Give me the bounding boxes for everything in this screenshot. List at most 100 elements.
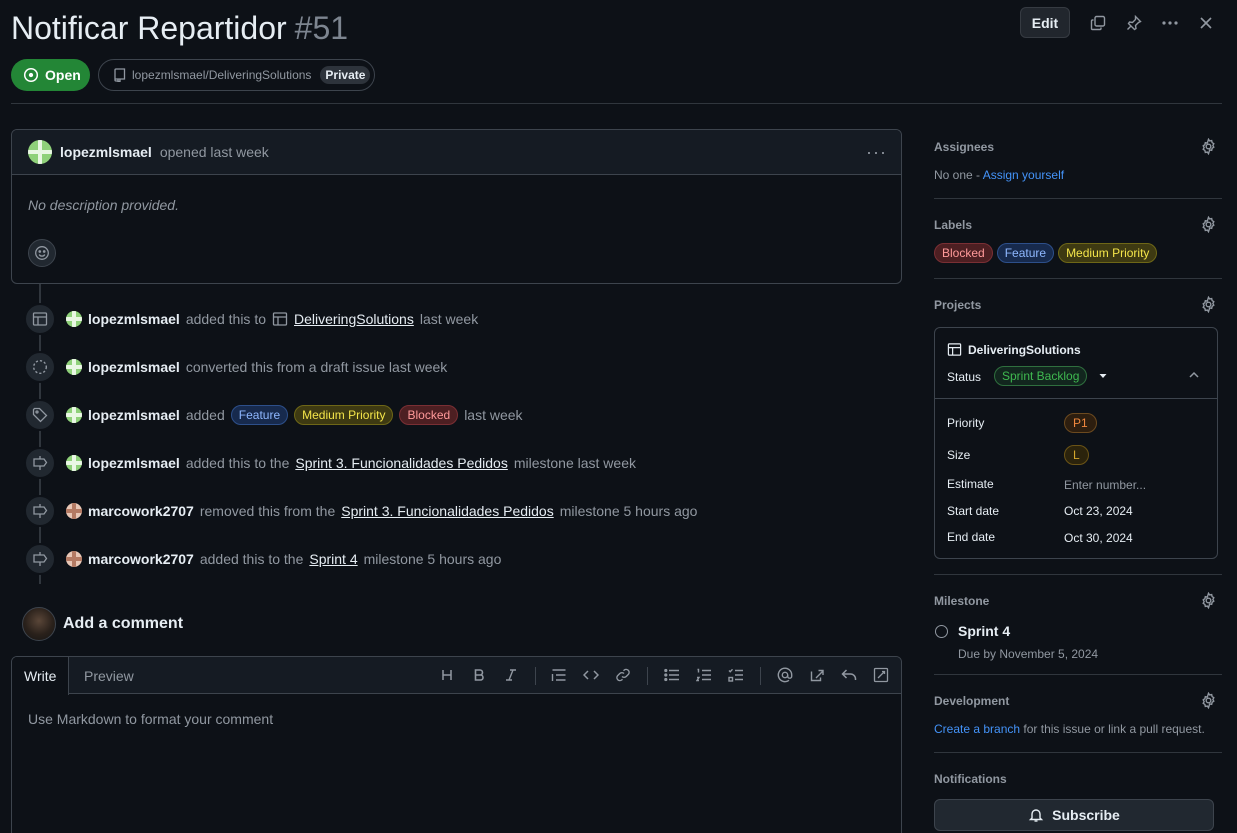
bulleted-list-icon[interactable] [663,666,681,684]
field-estimate-input[interactable]: Enter number... [1064,478,1146,492]
label-feature[interactable]: Feature [230,405,289,425]
event-project-link[interactable]: DeliveringSolutions [294,311,414,327]
edit-button[interactable]: Edit [1020,7,1070,38]
assignees-heading: Assignees [934,140,995,154]
gear-icon[interactable] [1200,592,1217,609]
toolbar-divider [535,667,536,685]
event-user[interactable]: lopezmlsmael [88,311,180,327]
bold-icon[interactable] [470,666,488,684]
event-user[interactable]: marcowork2707 [88,503,194,519]
development-hint: for this issue or link a pull request. [1023,722,1205,736]
label-medium-priority[interactable]: Medium Priority [294,405,394,425]
issue-state-label: Open [45,67,81,83]
event-milestone-link[interactable]: Sprint 3. Funcionalidades Pedidos [295,455,507,471]
caret-down-icon[interactable] [1098,371,1108,381]
project-status-value[interactable]: Sprint Backlog [994,366,1088,386]
gear-icon[interactable] [1200,296,1217,313]
create-branch-link[interactable]: Create a branch [934,722,1020,736]
avatar[interactable] [66,551,82,567]
toolbar-divider [647,667,648,685]
event-user[interactable]: lopezmlsmael [88,407,180,423]
project-status-label: Status [947,370,982,384]
link-icon[interactable] [614,666,632,684]
numbered-list-icon[interactable] [695,666,713,684]
repo-icon [113,68,126,82]
field-priority-value[interactable]: P1 [1064,413,1097,433]
label-medium-priority[interactable]: Medium Priority [1058,243,1158,263]
italic-icon[interactable] [502,666,520,684]
field-estimate-label: Estimate [947,477,994,491]
fullscreen-edit-icon[interactable] [872,666,890,684]
avatar[interactable] [66,311,82,327]
assignees-value: No one - Assign yourself [934,168,1064,182]
event-milestone-link[interactable]: Sprint 4 [309,551,357,567]
comment-more-icon[interactable]: ··· [866,142,887,163]
quote-icon[interactable] [550,666,568,684]
more-options-icon[interactable] [1159,12,1181,34]
tab-preview[interactable]: Preview [72,657,146,694]
label-blocked[interactable]: Blocked [399,405,459,425]
task-list-icon[interactable] [727,666,745,684]
milestone-due: Due by November 5, 2024 [958,647,1099,661]
event-milestone-link[interactable]: Sprint 3. Funcionalidades Pedidos [341,503,553,519]
chevron-up-icon[interactable] [1187,368,1201,382]
code-icon[interactable] [582,666,600,684]
label-feature[interactable]: Feature [996,243,1055,263]
labels-list: Blocked Feature Medium Priority [934,243,1158,263]
issue-title-text: Notificar Repartidor [11,10,287,46]
avatar[interactable] [66,359,82,375]
event-user[interactable]: marcowork2707 [88,551,194,567]
repository-pill[interactable]: lopezmlsmael/DeliveringSolutions Private [98,59,375,91]
header-divider [11,103,1222,104]
avatar[interactable] [66,455,82,471]
tab-write[interactable]: Write [12,657,70,695]
reply-icon[interactable] [840,666,858,684]
visibility-badge: Private [320,66,371,84]
subscribe-button[interactable]: Subscribe [934,799,1214,831]
development-heading: Development [934,694,1010,708]
event-text: added [185,407,225,423]
event-user[interactable]: lopezmlsmael [88,455,180,471]
field-start-date-label: Start date [947,504,1000,518]
project-divider [935,398,1217,399]
milestone-name[interactable]: Sprint 4 [958,623,1010,639]
comment-input[interactable]: Use Markdown to format your comment [28,711,273,727]
description-author[interactable]: lopezmlsmael [60,144,152,160]
assignees-none: No one - [934,168,981,182]
sidebar-divider [934,752,1222,753]
milestone-progress-icon [935,625,948,638]
heading-icon[interactable] [438,666,456,684]
avatar[interactable] [28,140,52,164]
avatar[interactable] [66,407,82,423]
field-start-date-value[interactable]: Oct 23, 2024 [1064,504,1133,518]
add-reaction-icon[interactable] [28,239,56,267]
project-name[interactable]: DeliveringSolutions [947,342,1081,357]
gear-icon[interactable] [1200,138,1217,155]
field-size-label: Size [947,448,971,462]
assign-yourself-link[interactable]: Assign yourself [983,168,1064,182]
pin-icon[interactable] [1123,12,1145,34]
field-size-value[interactable]: L [1064,445,1089,465]
tag-icon [24,399,56,431]
close-icon[interactable] [1195,12,1217,34]
label-blocked[interactable]: Blocked [934,243,993,263]
copy-icon[interactable] [1087,12,1109,34]
table-icon [24,303,56,335]
field-end-date-value[interactable]: Oct 30, 2024 [1064,531,1133,545]
mention-icon[interactable] [776,666,794,684]
sidebar-divider [934,574,1222,575]
toolbar-divider [760,667,761,685]
add-comment-heading: Add a comment [63,615,184,632]
reference-icon[interactable] [808,666,826,684]
event-time: milestone 5 hours ago [363,551,502,567]
event-text: removed this from the [199,503,336,519]
gear-icon[interactable] [1200,692,1217,709]
repo-name: lopezmlsmael/DeliveringSolutions [132,68,312,82]
current-user-avatar[interactable] [22,607,56,641]
avatar[interactable] [66,503,82,519]
event-user[interactable]: lopezmlsmael [88,359,180,375]
gear-icon[interactable] [1200,216,1217,233]
description-header: lopezmlsmael opened last week ··· [12,130,901,175]
development-text: Create a branch for this issue or link a… [934,722,1205,736]
table-icon [947,342,962,357]
